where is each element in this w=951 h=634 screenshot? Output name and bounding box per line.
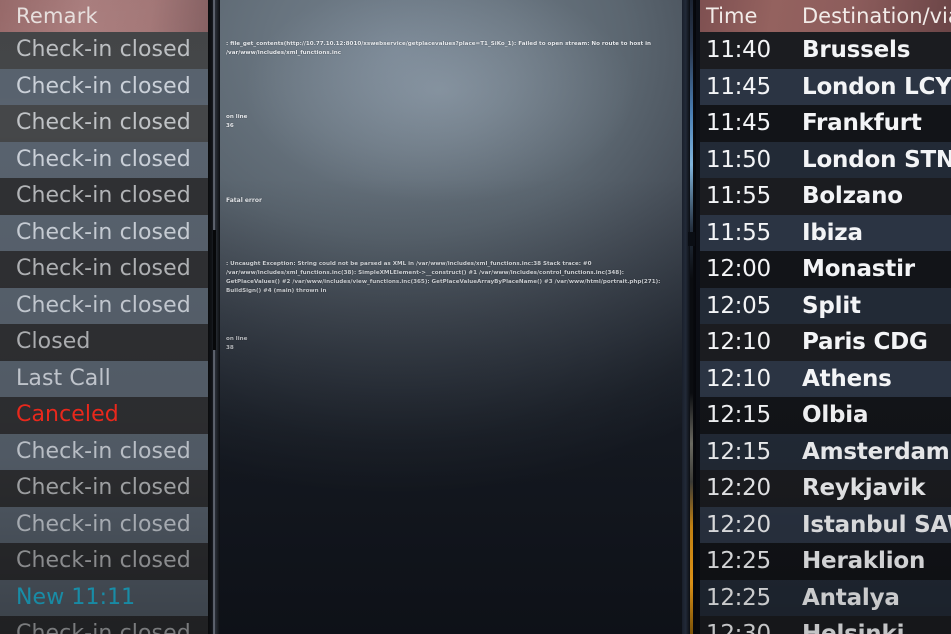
error-line-number-2: on line 38 bbox=[226, 335, 678, 353]
bezel-shadow-notch bbox=[213, 230, 216, 350]
departure-time: 12:25 bbox=[706, 548, 771, 575]
departure-time: 12:20 bbox=[706, 475, 771, 502]
remark-row: Check-in closed bbox=[0, 105, 208, 142]
departure-time: 11:45 bbox=[706, 110, 771, 137]
departure-destination: Heraklion bbox=[802, 548, 926, 575]
departure-row-list: 11:40 Brussels 11:45 London LCY 11:45 Frankfu… bbox=[696, 32, 951, 634]
error-line-number-1: on line 36 bbox=[226, 113, 678, 131]
remark-row: Check-in closed bbox=[0, 433, 208, 470]
departure-destination: Monastir bbox=[802, 256, 915, 283]
departure-destination: London LCY bbox=[802, 73, 951, 100]
departure-destination: Paris CDG bbox=[802, 329, 928, 356]
bezel-notch bbox=[688, 232, 695, 246]
php-error-screen-panel: : file_get_contents(http://10.77.10.12:8… bbox=[220, 0, 682, 634]
departures-header: Time Destination/via bbox=[696, 0, 951, 32]
remark-row: Check-in closed bbox=[0, 32, 208, 69]
departure-time: 12:20 bbox=[706, 511, 771, 538]
departure-row: 11:45 London LCY bbox=[696, 68, 951, 105]
departure-destination: Brussels bbox=[802, 37, 911, 64]
departure-destination: Split bbox=[802, 292, 861, 319]
departure-time: 11:55 bbox=[706, 183, 771, 210]
remark-row: Check-in closed bbox=[0, 506, 208, 543]
departure-time: 12:10 bbox=[706, 329, 771, 356]
departure-destination: Istanbul SAW bbox=[802, 511, 951, 538]
remark-row: Closed bbox=[0, 324, 208, 361]
departure-board-photo: Remark Check-in closed Check-in closed Che… bbox=[0, 0, 951, 634]
departure-row: 12:10 Athens bbox=[696, 360, 951, 397]
bezel-left-center bbox=[208, 0, 220, 634]
departure-destination: Bolzano bbox=[802, 183, 903, 210]
departure-row: 12:30 Helsinki bbox=[696, 616, 951, 634]
departure-destination: Antalya bbox=[802, 584, 900, 611]
departure-row: 12:25 Antalya bbox=[696, 579, 951, 616]
departure-row: 12:05 Split bbox=[696, 287, 951, 324]
error-warning-line: : file_get_contents(http://10.77.10.12:8… bbox=[226, 41, 652, 56]
departure-row: 12:00 Monastir bbox=[696, 251, 951, 288]
departure-destination: London STN bbox=[802, 146, 951, 173]
bezel-reflection-strip bbox=[690, 0, 693, 634]
remark-row: Check-in closed bbox=[0, 214, 208, 251]
departure-time: 12:15 bbox=[706, 438, 771, 465]
departure-time: 12:10 bbox=[706, 365, 771, 392]
departure-time: 12:15 bbox=[706, 402, 771, 429]
departure-time: 11:55 bbox=[706, 219, 771, 246]
remark-board-panel: Remark Check-in closed Check-in closed Che… bbox=[0, 0, 208, 634]
right-panel-edge bbox=[696, 0, 700, 634]
departure-row: 12:20 Istanbul SAW bbox=[696, 506, 951, 543]
departure-row: 11:50 London STN bbox=[696, 141, 951, 178]
bezel-center-right bbox=[682, 0, 696, 634]
departure-destination: Athens bbox=[802, 365, 892, 392]
remark-row: Check-in closed bbox=[0, 141, 208, 178]
departure-destination: Helsinki bbox=[802, 621, 951, 634]
fatal-error-label: Fatal error bbox=[226, 197, 262, 204]
departure-time: 12:30 bbox=[706, 621, 782, 634]
on-line-value-2: 38 bbox=[226, 345, 234, 351]
remark-column-header: Remark bbox=[0, 0, 208, 32]
departure-row: 11:55 Bolzano bbox=[696, 178, 951, 215]
departure-time: 11:40 bbox=[706, 37, 771, 64]
error-stack-trace: : Uncaught Exception: String could not b… bbox=[226, 261, 661, 294]
departure-destination: Reykjavik bbox=[802, 475, 926, 502]
departure-row: 11:40 Brussels bbox=[696, 32, 951, 69]
remark-row: Check-in closed bbox=[0, 616, 208, 634]
on-line-label-1: on line bbox=[226, 114, 248, 120]
departure-row: 12:20 Reykjavik bbox=[696, 470, 951, 507]
departure-row: 11:45 Frankfurt bbox=[696, 105, 951, 142]
departure-time: 12:05 bbox=[706, 292, 771, 319]
remark-row: Check-in closed bbox=[0, 470, 208, 507]
header-destination-label: Destination/via bbox=[802, 4, 951, 28]
departure-time: 11:50 bbox=[706, 146, 771, 173]
remark-row: Check-in closed bbox=[0, 287, 208, 324]
departure-destination: Frankfurt bbox=[802, 110, 922, 137]
remark-row: Check-in closed bbox=[0, 251, 208, 288]
departure-time: 11:45 bbox=[706, 73, 771, 100]
remark-row: Canceled bbox=[0, 397, 208, 434]
remark-row: Check-in closed bbox=[0, 178, 208, 215]
departure-row: 12:25 Heraklion bbox=[696, 543, 951, 580]
header-time-label: Time bbox=[706, 4, 758, 28]
remark-row: Check-in closed bbox=[0, 68, 208, 105]
departures-board-panel: Time Destination/via 11:40 Brussels 11:45 L… bbox=[696, 0, 951, 634]
departure-row: 12:15 Amsterdam bbox=[696, 433, 951, 470]
departure-destination: Olbia bbox=[802, 402, 869, 429]
departure-destination: Amsterdam bbox=[802, 438, 950, 465]
departure-row: 12:10 Paris CDG bbox=[696, 324, 951, 361]
on-line-value-1: 36 bbox=[226, 123, 234, 129]
remark-row-list: Check-in closed Check-in closed Check-in c… bbox=[0, 32, 208, 634]
departure-time: 12:00 bbox=[706, 256, 771, 283]
center-panel-vignette bbox=[220, 0, 682, 634]
departure-time: 12:25 bbox=[706, 584, 771, 611]
remark-row: Last Call bbox=[0, 360, 208, 397]
departure-row: 12:15 Olbia bbox=[696, 397, 951, 434]
departure-row: 11:55 Ibiza bbox=[696, 214, 951, 251]
remark-row: Check-in closed bbox=[0, 543, 208, 580]
remark-row: New 11:11 bbox=[0, 579, 208, 616]
departure-destination: Ibiza bbox=[802, 219, 863, 246]
on-line-label-2: on line bbox=[226, 336, 248, 342]
